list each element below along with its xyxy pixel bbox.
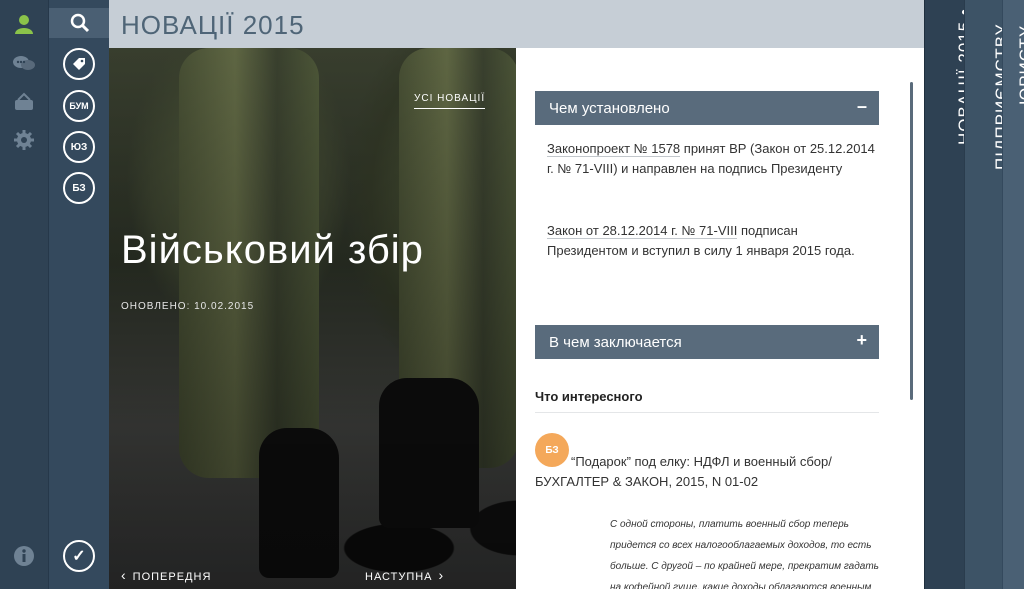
- page-header: НОВАЦІЇ 2015: [109, 0, 924, 48]
- gear-icon[interactable]: [10, 126, 38, 154]
- next-button[interactable]: НАСТУПНА ›: [365, 567, 444, 583]
- paragraph-law: Закон от 28.12.2014 г. № 71-VIII подписа…: [547, 221, 877, 261]
- prev-label: ПОПЕРЕДНЯ: [132, 571, 212, 583]
- all-news-link[interactable]: УСІ НОВАЦІЇ: [414, 93, 486, 109]
- check-button[interactable]: ✓: [63, 540, 95, 572]
- secondary-nav: БУМ ЮЗ БЗ ✓: [48, 0, 110, 589]
- search-button[interactable]: [49, 8, 110, 38]
- accordion-title: Чем установлено: [549, 100, 670, 117]
- chat-icon[interactable]: [10, 50, 38, 78]
- basket-icon[interactable]: [10, 88, 38, 116]
- related-article-link[interactable]: “Подарок” под елку: НДФЛ и военный сбор: [571, 454, 828, 469]
- nav-item-yuz[interactable]: ЮЗ: [63, 131, 95, 163]
- next-label: НАСТУПНА: [365, 571, 433, 583]
- related-article: “Подарок” под елку: НДФЛ и военный сбор/…: [535, 452, 855, 492]
- accordion-title: В чем заключается: [549, 334, 682, 351]
- chevron-right-icon: ›: [438, 567, 445, 583]
- accordion-essence[interactable]: В чем заключается +: [535, 325, 879, 359]
- nav-item-tags[interactable]: [63, 48, 95, 80]
- collapse-icon: –: [856, 96, 867, 116]
- updated-date: ОНОВЛЕНО: 10.02.2015: [121, 301, 255, 312]
- scrollbar[interactable]: [910, 82, 913, 400]
- prev-button[interactable]: ‹ ПОПЕРЕДНЯ: [121, 567, 211, 583]
- article-quote: С одной стороны, платить военный сбор те…: [610, 519, 879, 589]
- paragraph-bill: Законопроект № 1578 принят ВР (Закон от …: [547, 139, 877, 179]
- nav-item-bum[interactable]: БУМ: [63, 90, 95, 122]
- search-icon: [70, 13, 89, 33]
- expand-icon: +: [856, 330, 867, 350]
- hero-overlay: [109, 48, 516, 589]
- tab-lawyer[interactable]: ЮРИСТУ: [1002, 0, 1024, 589]
- hero-title: Військовий збір: [121, 228, 424, 272]
- info-icon[interactable]: [10, 542, 38, 570]
- bill-link[interactable]: Законопроект № 1578: [547, 141, 681, 157]
- tab-enterprise[interactable]: ПІДПРИЄМСТВУ: [964, 0, 1011, 589]
- left-rail: [0, 0, 48, 589]
- tag-icon: [73, 58, 85, 70]
- nav-item-bz[interactable]: БЗ: [63, 172, 95, 204]
- accordion-established[interactable]: Чем установлено –: [535, 91, 879, 125]
- tab-novations[interactable]: НОВАЦІЇ 2015 •: [924, 0, 974, 589]
- chevron-left-icon: ‹: [121, 567, 127, 583]
- article-panel: Чем установлено – Законопроект № 1578 пр…: [516, 48, 924, 589]
- hero-image-panel: УСІ НОВАЦІЇ Військовий збір ОНОВЛЕНО: 10…: [109, 48, 516, 589]
- page-title: НОВАЦІЇ 2015: [121, 10, 305, 40]
- app-window: БУМ ЮЗ БЗ ✓ НОВАЦІЇ 2015 УСІ НОВАЦІЇ Вій…: [0, 0, 1024, 589]
- interesting-heading: Что интересного: [535, 389, 879, 413]
- tab-label: ЮРИСТУ: [1015, 25, 1024, 105]
- law-link[interactable]: Закон от 28.12.2014 г. № 71-VIII: [547, 223, 738, 239]
- user-icon[interactable]: [10, 10, 38, 38]
